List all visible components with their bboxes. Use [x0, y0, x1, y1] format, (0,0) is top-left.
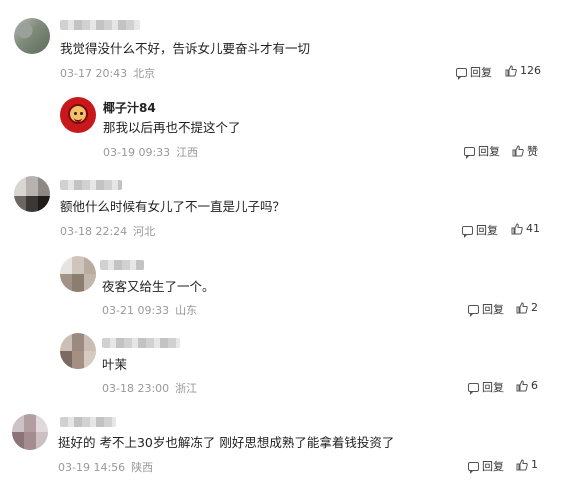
like-button[interactable]: 41	[511, 222, 540, 235]
comment-location: 山东	[175, 304, 198, 317]
reply-icon	[468, 304, 479, 317]
like-count: 1	[531, 458, 538, 471]
reply-label: 回复	[476, 224, 498, 237]
comment-location: 北京	[133, 67, 156, 80]
comment-text: 我觉得没什么不好，告诉女儿要奋斗才有一切	[60, 41, 311, 56]
comment-location: 浙江	[175, 382, 198, 395]
reply-label: 回复	[470, 66, 492, 79]
comment-location: 陕西	[131, 461, 154, 474]
comment-date: 03-19 14:56	[58, 461, 126, 474]
reply-icon	[468, 461, 479, 474]
comment-text: 挺好的 考不上30岁也解冻了 刚好思想成熟了能拿着钱投资了	[58, 435, 395, 450]
like-button[interactable]: 1	[516, 458, 538, 471]
avatar[interactable]	[60, 97, 96, 133]
avatar[interactable]	[60, 333, 96, 369]
username-blurred[interactable]	[60, 417, 116, 427]
avatar[interactable]	[60, 256, 96, 292]
reply-label: 回复	[478, 145, 500, 158]
reply-button[interactable]: 回复	[464, 143, 500, 159]
comment-text: 那我以后再也不提这个了	[103, 120, 241, 135]
avatar[interactable]	[12, 414, 48, 450]
comment-date: 03-18 22:24	[60, 225, 128, 238]
comment-location: 江西	[176, 146, 199, 159]
like-button[interactable]: 2	[516, 301, 538, 314]
like-count: 6	[531, 379, 538, 392]
username-blurred[interactable]	[60, 20, 140, 30]
avatar[interactable]	[14, 18, 50, 54]
comment-meta: 03-18 23:00 浙江	[102, 380, 197, 396]
thumbs-up-icon	[516, 458, 528, 471]
username-blurred[interactable]	[100, 260, 144, 270]
thumbs-up-icon	[505, 64, 517, 77]
reply-icon	[464, 146, 475, 159]
comment-date: 03-21 09:33	[102, 304, 170, 317]
like-label: 赞	[527, 145, 538, 158]
reply-button[interactable]: 回复	[468, 458, 504, 474]
thumbs-up-icon	[516, 379, 528, 392]
avatar-logo-icon	[68, 104, 88, 124]
reply-label: 回复	[482, 303, 504, 316]
comment-date: 03-19 09:33	[103, 146, 171, 159]
like-count: 41	[526, 222, 540, 235]
comment-text: 额他什么时候有女儿了不一直是儿子吗？	[60, 199, 286, 214]
like-count: 2	[531, 301, 538, 314]
comment-meta: 03-18 22:24 河北	[60, 223, 155, 239]
thumbs-up-icon	[512, 145, 524, 157]
comment-meta: 03-21 09:33 山东	[102, 302, 197, 318]
reply-button[interactable]: 回复	[462, 222, 498, 238]
reply-icon	[468, 382, 479, 395]
reply-label: 回复	[482, 460, 504, 473]
comment-date: 03-18 23:00	[102, 382, 170, 395]
comment-text: 叶茉	[102, 357, 128, 372]
comment-date: 03-17 20:43	[60, 67, 128, 80]
thumbs-up-icon	[516, 301, 528, 314]
reply-label: 回复	[482, 381, 504, 394]
username-blurred[interactable]	[102, 338, 180, 348]
reply-button[interactable]: 回复	[468, 301, 504, 317]
reply-icon	[456, 67, 467, 80]
comment-location: 河北	[133, 225, 156, 238]
avatar[interactable]	[14, 176, 50, 212]
comment-text: 夜客又给生了一个。	[102, 279, 215, 294]
reply-icon	[462, 225, 473, 238]
comment-meta: 03-19 14:56 陕西	[58, 459, 153, 475]
comment-meta: 03-19 09:33 江西	[103, 144, 198, 160]
like-count: 126	[520, 64, 541, 77]
reply-button[interactable]: 回复	[456, 64, 492, 80]
like-button[interactable]: 6	[516, 379, 538, 392]
thumbs-up-icon	[511, 222, 523, 235]
like-button[interactable]: 126	[505, 64, 541, 77]
like-button[interactable]: 赞	[512, 143, 538, 159]
comment-meta: 03-17 20:43 北京	[60, 65, 155, 81]
username[interactable]: 椰子汁84	[103, 99, 156, 116]
username-blurred[interactable]	[60, 180, 122, 190]
reply-button[interactable]: 回复	[468, 379, 504, 395]
